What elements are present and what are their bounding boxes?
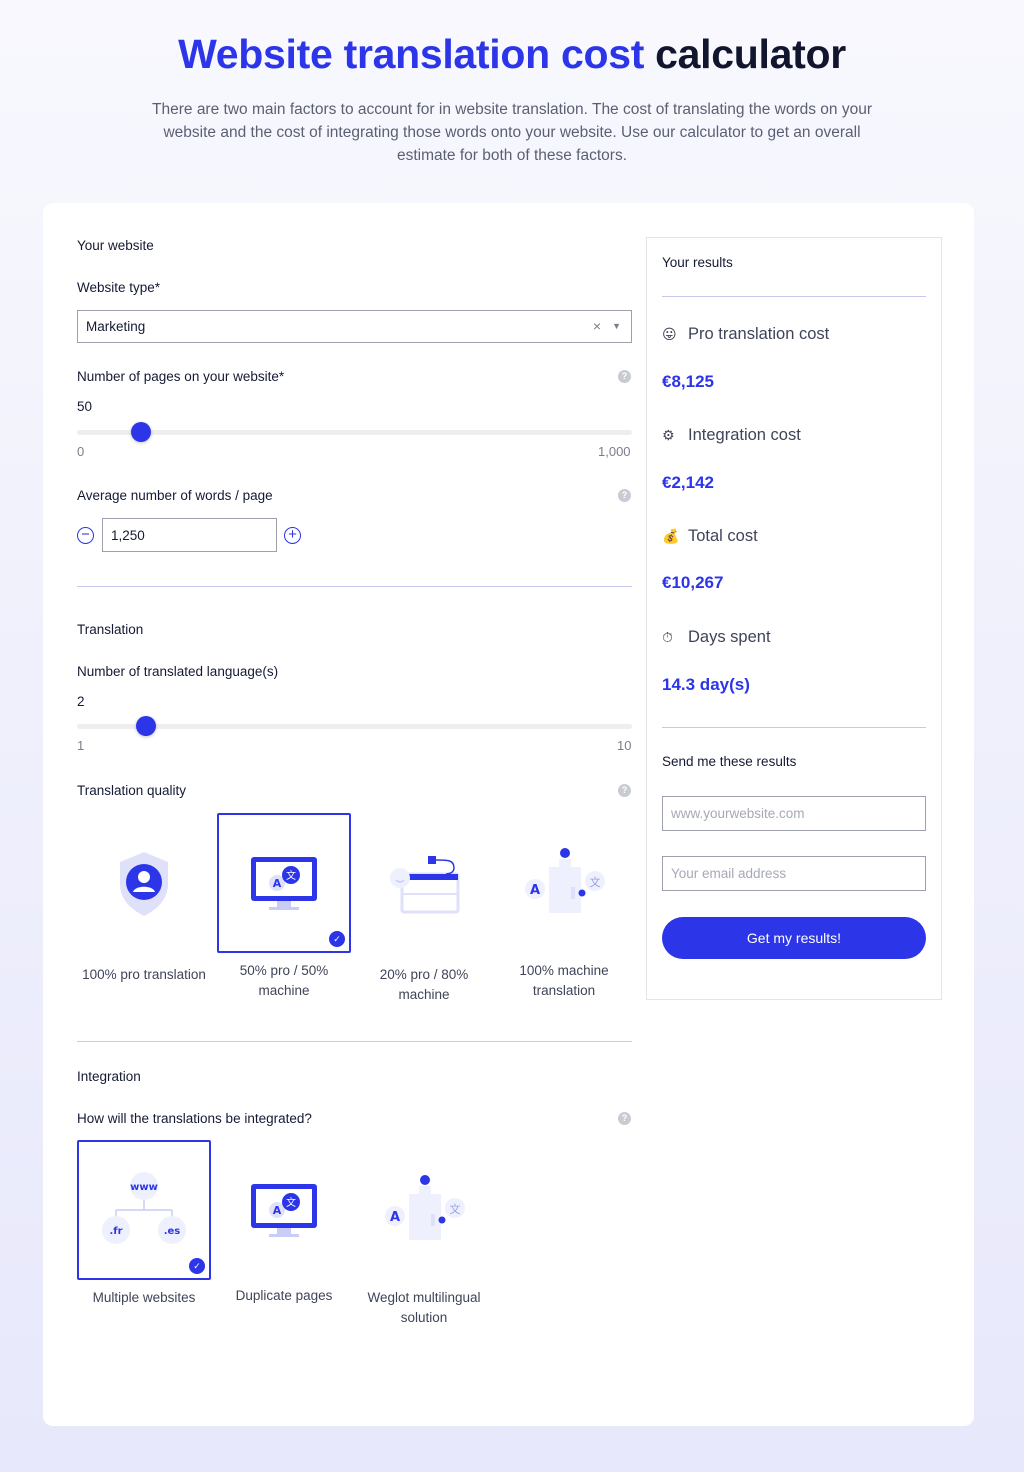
option-card[interactable]: A 文	[497, 813, 631, 953]
domains-diagram-icon: www .fr .es	[102, 1172, 186, 1244]
svg-text:A: A	[273, 877, 282, 890]
pages-label: Number of pages on your website* ?	[77, 369, 631, 384]
languages-slider-track[interactable]	[77, 724, 632, 729]
website-type-value: Marketing	[86, 319, 146, 334]
website-type-select[interactable]: Marketing × ▼	[77, 310, 632, 343]
divider	[662, 296, 926, 297]
pages-value: 50	[77, 399, 93, 414]
shield-user-icon	[120, 852, 168, 916]
svg-text:A: A	[530, 883, 540, 898]
page-title: Website translation cost calculator	[178, 31, 846, 77]
quality-label: Translation quality ?	[77, 783, 631, 798]
results-title: Your results	[662, 255, 733, 270]
divider	[662, 727, 926, 728]
integration-option-weglot[interactable]: A 文 Weglot multilingual solution	[357, 1140, 491, 1328]
integration-cost-value: €2,142	[662, 473, 714, 492]
svg-text:文: 文	[286, 1196, 296, 1209]
option-label: 20% pro / 80% machine	[379, 967, 469, 1002]
send-results-title: Send me these results	[662, 754, 797, 769]
option-card[interactable]: A 文	[357, 1140, 491, 1280]
get-results-button[interactable]: Get my results!	[662, 917, 926, 959]
website-input[interactable]	[662, 796, 926, 831]
languages-max-label: 10	[617, 738, 632, 753]
integration-option-multiple[interactable]: www .fr .es ✓ Multiple websites	[77, 1140, 211, 1308]
pages-slider-track[interactable]	[77, 430, 632, 435]
days-label: ⏱ Days spent	[662, 628, 771, 646]
languages-min-label: 1	[77, 738, 85, 753]
monitor-translate-icon: A 文	[251, 857, 317, 910]
browser-plug-icon	[390, 856, 460, 914]
total-cost-value: €10,267	[662, 573, 724, 592]
option-label: 100% machine translation	[519, 963, 609, 998]
languages-value: 2	[77, 694, 85, 709]
integration-question: How will the translations be integrated?…	[77, 1111, 631, 1126]
diagram-www-label: www	[130, 1182, 158, 1193]
option-label: 100% pro translation	[82, 967, 206, 982]
quality-option-pro[interactable]: 100% pro translation	[77, 813, 211, 985]
email-input[interactable]	[662, 856, 926, 891]
monitor-translate-icon: A 文	[251, 1184, 317, 1237]
words-label: Average number of words / page ?	[77, 488, 631, 503]
section-title-website: Your website	[77, 238, 154, 253]
help-icon[interactable]: ?	[618, 784, 631, 797]
pages-max-label: 1,000	[598, 444, 631, 459]
hero: Website translation cost calculator Ther…	[0, 30, 1024, 167]
stopwatch-icon: ⏱	[662, 629, 673, 645]
section-title-translation: Translation	[77, 622, 144, 637]
puzzle-translate-icon: A 文	[525, 848, 605, 913]
option-label: Multiple websites	[92, 1290, 196, 1305]
help-icon[interactable]: ?	[618, 489, 631, 502]
gear-icon: ⚙	[662, 427, 675, 443]
option-card[interactable]	[77, 813, 211, 953]
results-panel: Your results 😛 Pro translation cost €8,12…	[646, 237, 942, 1000]
diagram-fr-label: .fr	[109, 1226, 122, 1237]
pro-cost-value: €8,125	[662, 372, 714, 391]
puzzle-translate-icon: A 文	[385, 1175, 465, 1240]
languages-slider-thumb[interactable]	[136, 716, 157, 736]
days-value: 14.3 day(s)	[662, 675, 750, 694]
decrement-button[interactable]: −	[77, 527, 94, 544]
website-type-label: Website type*	[77, 280, 161, 295]
pro-cost-label: 😛 Pro translation cost	[662, 325, 830, 343]
svg-text:文: 文	[450, 1202, 461, 1216]
check-icon: ✓	[189, 1258, 205, 1274]
help-icon[interactable]: ?	[618, 1112, 631, 1125]
integration-option-duplicate[interactable]: A 文 Duplicate pages	[217, 1140, 351, 1306]
pages-min-label: 0	[77, 444, 85, 459]
tongue-face-icon: 😛	[662, 326, 677, 342]
option-label: Weglot multilingual solution	[367, 1290, 481, 1325]
increment-button[interactable]: +	[284, 527, 301, 544]
option-card[interactable]: A 文	[217, 1140, 351, 1280]
languages-label: Number of translated language(s)	[77, 664, 279, 679]
diagram-es-label: .es	[164, 1226, 181, 1237]
check-icon: ✓	[329, 931, 345, 947]
option-card[interactable]: www .fr .es ✓	[77, 1140, 211, 1280]
total-cost-label: 💰 Total cost	[662, 527, 758, 545]
quality-option-machine[interactable]: A 文 100% machine translation	[497, 813, 631, 1001]
option-card[interactable]	[357, 813, 491, 953]
clear-icon[interactable]: ×	[593, 318, 601, 334]
option-label: Duplicate pages	[235, 1288, 333, 1303]
caret-down-icon[interactable]: ▼	[612, 321, 621, 331]
option-label: 50% pro / 50% machine	[239, 963, 329, 998]
divider	[77, 586, 632, 587]
page-description: There are two main factors to account fo…	[152, 101, 872, 164]
pages-slider-thumb[interactable]	[130, 422, 151, 442]
svg-text:A: A	[273, 1204, 282, 1217]
svg-text:文: 文	[590, 875, 601, 889]
integration-cost-label: ⚙ Integration cost	[662, 426, 801, 444]
quality-option-50-50[interactable]: A 文 ✓ 50% pro / 50% machine	[217, 813, 351, 1001]
svg-text:A: A	[390, 1210, 400, 1225]
svg-text:文: 文	[286, 869, 296, 882]
money-bag-icon: 💰	[662, 528, 680, 544]
words-input[interactable]	[102, 518, 277, 552]
quality-option-20-80[interactable]: 20% pro / 80% machine	[357, 813, 491, 1005]
help-icon[interactable]: ?	[618, 370, 631, 383]
divider	[77, 1041, 632, 1042]
calculator-card: Your website Website type* Marketing × ▼…	[43, 203, 974, 1426]
section-title-integration: Integration	[77, 1069, 141, 1084]
option-card[interactable]: A 文 ✓	[217, 813, 351, 953]
